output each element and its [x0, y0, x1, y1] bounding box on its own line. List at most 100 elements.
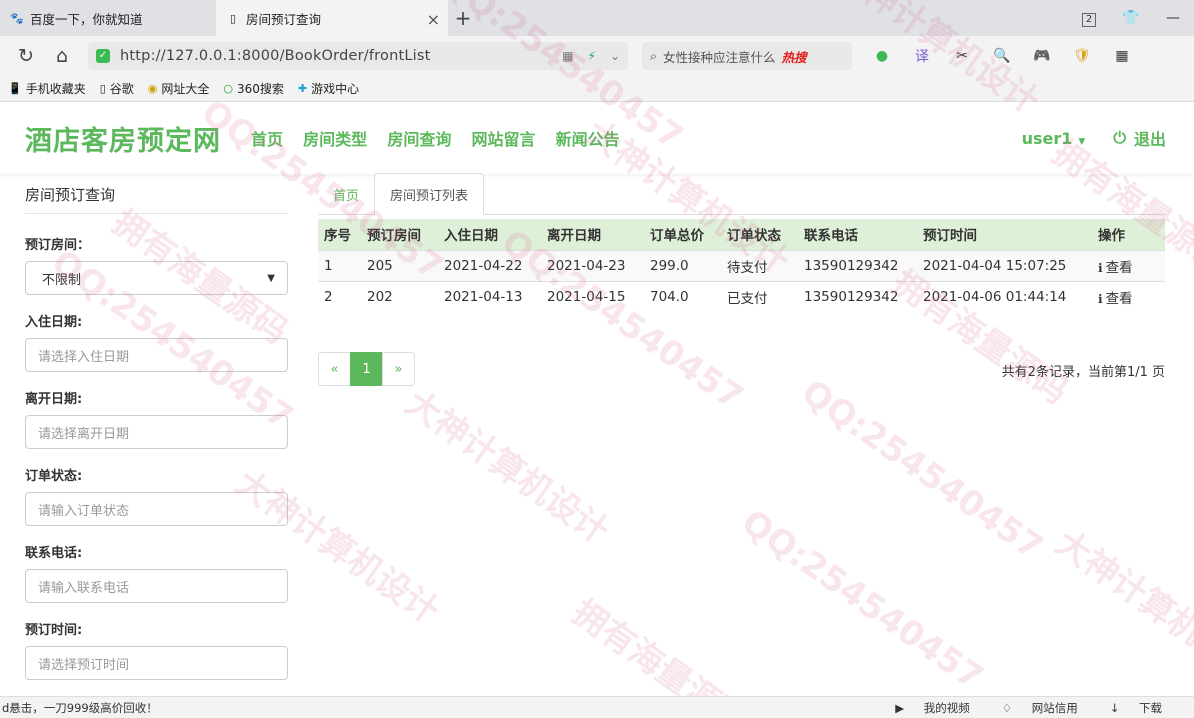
power-icon[interactable]: ⏻ [1113, 128, 1126, 148]
browser-tab-title: 百度一下，你就知道 [30, 11, 143, 27]
drop-icon: ♢ [1001, 700, 1016, 715]
browser-tab-title: 房间预订查询 [246, 11, 322, 27]
bookmark-games[interactable]: ✚ 游戏中心 [298, 80, 359, 97]
download-icon: ↓ [1109, 700, 1123, 715]
cell-status: 已支付 [721, 280, 798, 312]
address-bar[interactable]: ✓ http://127.0.0.1:8000/BookOrder/frontL… [88, 42, 628, 70]
cell-checkin: 2021-04-13 [438, 280, 541, 312]
lightning-icon[interactable]: ⚡ [588, 49, 596, 63]
user-area: user1 ▼ ⏻ 退出 [1022, 102, 1166, 174]
col-index: 序号 [324, 228, 351, 245]
game-icon: ✚ [297, 82, 308, 95]
field-label: 订单状态: [25, 469, 83, 484]
browser-tab-baidu[interactable]: 🐾 百度一下，你就知道 [0, 0, 216, 36]
search-placeholder: 女性接种应注意什么 [663, 49, 776, 65]
pagination-current-page[interactable]: 1 [350, 352, 383, 386]
caret-down-icon: ▼ [1078, 136, 1086, 147]
booking-table: 序号 预订房间 入住日期 离开日期 订单总价 订单状态 联系电话 预订时间 操作… [318, 219, 1165, 312]
field-label: 联系电话: [25, 546, 83, 561]
window-count-button[interactable]: 2 [1068, 10, 1110, 27]
browser-statusbar: d悬击，一刀999级高价回收！ ▶ 我的视频 ♢ 网站信用 ↓ 下载 [0, 696, 1194, 718]
green-circle-icon[interactable]: ● [862, 48, 902, 64]
nav-home[interactable]: 首页 [251, 126, 283, 150]
search-box[interactable]: ⌕ 女性接种应注意什么 热搜 [642, 42, 852, 70]
field-status: 订单状态: 请输入订单状态 [25, 465, 288, 526]
gamepad-icon[interactable]: 🎮 [1022, 48, 1062, 64]
shirt-icon[interactable]: 👕 [1110, 10, 1152, 26]
translate-icon[interactable]: 译 [902, 46, 942, 66]
table-header-row: 序号 预订房间 入住日期 离开日期 订单总价 订单状态 联系电话 预订时间 操作 [318, 219, 1165, 250]
bookmark-360[interactable]: ○ 360搜索 [223, 80, 284, 97]
shield-icon[interactable]: 🛡 [1062, 48, 1102, 64]
view-link[interactable]: ℹ 查看 [1098, 260, 1133, 276]
nav-room-search[interactable]: 房间查询 [387, 126, 451, 150]
pager-row: « 1 » 共有2条记录，当前第1/1 页 [318, 352, 1165, 386]
status-video[interactable]: ▶ 我的视频 [895, 700, 986, 716]
nav-messages[interactable]: 网站留言 [471, 126, 535, 150]
page-icon: ▯ [229, 11, 237, 25]
cell-checkout: 2021-04-15 [541, 280, 644, 312]
order-status-input[interactable]: 请输入订单状态 [25, 492, 288, 526]
status-download[interactable]: ↓ 下载 [1110, 700, 1178, 716]
sidebar-title: 房间预订查询 [25, 174, 288, 214]
close-tab-icon[interactable]: × [427, 10, 440, 29]
room-select[interactable]: 不限制 ▼ [25, 261, 288, 295]
tab-home[interactable]: 首页 [318, 174, 374, 214]
qr-icon[interactable]: ▦ [562, 49, 573, 63]
new-tab-button[interactable]: + [448, 0, 478, 36]
url-text: http://127.0.0.1:8000/BookOrder/frontLis… [120, 48, 431, 64]
col-checkin: 入住日期 [444, 228, 498, 245]
site-header: 酒店客房预定网 首页 房间类型 房间查询 网站留言 新闻公告 user1 ▼ ⏻ … [0, 102, 1194, 174]
status-label: 下载 [1139, 700, 1162, 715]
bookmark-mobile[interactable]: 📱 手机收藏夹 [8, 80, 86, 97]
cell-index: 1 [318, 249, 361, 281]
scissors-icon[interactable]: ✂ [942, 48, 982, 64]
site-logo[interactable]: 酒店客房预定网 [25, 119, 221, 158]
secure-shield-icon: ✓ [96, 49, 110, 63]
cell-room: 202 [361, 280, 438, 312]
status-right: ▶ 我的视频 ♢ 网站信用 ↓ 下载 [895, 700, 1194, 716]
user-menu[interactable]: user1 ▼ [1022, 129, 1114, 148]
col-booktime: 预订时间 [923, 228, 977, 245]
grid-icon[interactable]: ▦ [1102, 48, 1142, 64]
field-checkin: 入住日期: 请选择入住日期 [25, 311, 288, 372]
status-label: 我的视频 [923, 700, 970, 715]
reload-icon[interactable]: ↻ [8, 40, 44, 72]
pagination-next[interactable]: » [382, 352, 415, 386]
pagination: « 1 » [318, 352, 415, 386]
browser-tab-active[interactable]: ▯ 房间预订查询 × [216, 0, 448, 36]
nav-news[interactable]: 新闻公告 [556, 126, 620, 150]
booking-time-input[interactable]: 请选择预订时间 [25, 646, 288, 680]
magnifier-icon[interactable]: 🔍 [982, 48, 1022, 64]
room-select-value: 不限制 [42, 272, 82, 288]
table-row: 2 202 2021-04-13 2021-04-15 704.0 已支付 13… [318, 280, 1165, 312]
col-checkout: 离开日期 [547, 228, 601, 245]
chevron-down-icon[interactable]: ⌄ [610, 49, 620, 63]
bookmark-label: 游戏中心 [311, 82, 360, 96]
field-label: 入住日期: [25, 315, 83, 330]
cell-booktime: 2021-04-06 01:44:14 [917, 280, 1092, 312]
bookmark-hao[interactable]: ◉ 网址大全 [148, 80, 210, 97]
page-tabs: 首页 房间预订列表 [318, 173, 1165, 215]
checkout-date-input[interactable]: 请选择离开日期 [25, 415, 288, 449]
tab-booking-list[interactable]: 房间预订列表 [374, 173, 485, 215]
extension-icons: ● 译 ✂ 🔍 🎮 🛡 ▦ [862, 46, 1142, 66]
nav-room-types[interactable]: 房间类型 [303, 126, 367, 150]
logout-link[interactable]: 退出 [1134, 126, 1166, 150]
cell-room: 205 [361, 249, 438, 281]
minimize-button[interactable]: — [1152, 10, 1194, 26]
phone-input[interactable]: 请输入联系电话 [25, 569, 288, 603]
view-link[interactable]: ℹ 查看 [1098, 291, 1133, 307]
dropdown-arrow-icon: ▼ [267, 272, 275, 284]
status-credit[interactable]: ♢ 网站信用 [1002, 700, 1094, 716]
main-panel: 首页 房间预订列表 序号 预订房间 入住日期 离开日期 订单总价 订单状态 联系… [318, 173, 1165, 386]
browser-toolbar: ↻ ⌂ ✓ http://127.0.0.1:8000/BookOrder/fr… [0, 36, 1194, 76]
field-booktime: 预订时间: 请选择预订时间 [25, 619, 288, 680]
checkin-date-input[interactable]: 请选择入住日期 [25, 338, 288, 372]
field-label: 离开日期: [25, 392, 83, 407]
bookmark-google[interactable]: ▯ 谷歌 [100, 80, 134, 97]
page-content: 房间预订查询 预订房间： 不限制 ▼ 入住日期: 请选择入住日期 离开日期: 请… [0, 173, 1194, 718]
cell-phone: 13590129342 [798, 249, 917, 281]
home-icon[interactable]: ⌂ [44, 40, 80, 72]
pagination-prev[interactable]: « [318, 352, 351, 386]
